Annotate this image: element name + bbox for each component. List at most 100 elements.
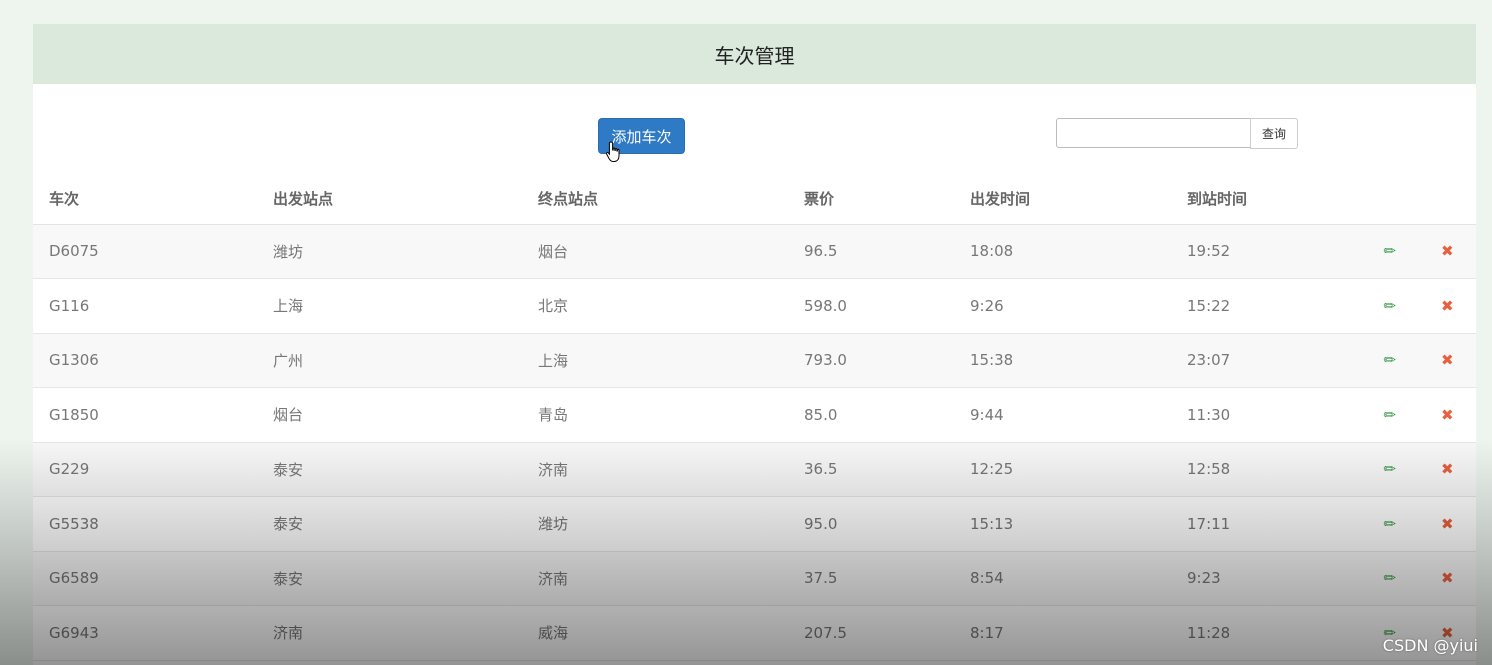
table-cell: D6075 <box>33 224 257 279</box>
delete-cell: ✖ <box>1418 442 1476 497</box>
close-icon[interactable]: ✖ <box>1441 460 1454 478</box>
table-cell: 烟台 <box>522 224 788 279</box>
pencil-icon[interactable]: ✏ <box>1383 351 1396 369</box>
table-cell: 598.0 <box>788 278 954 334</box>
table-cell: 207.5 <box>788 605 954 661</box>
delete-cell: ✖ <box>1418 551 1476 606</box>
edit-cell: ✏ <box>1361 387 1419 443</box>
table-cell: G1306 <box>33 333 257 388</box>
close-icon[interactable]: ✖ <box>1441 351 1454 369</box>
close-icon[interactable]: ✖ <box>1441 515 1454 533</box>
delete-cell: ✖ <box>1418 224 1476 279</box>
pencil-icon[interactable]: ✏ <box>1383 242 1396 260</box>
table-row: G5538 泰安 潍坊 95.0 15:13 17:11 ✏ ✖ <box>33 496 1476 552</box>
close-icon[interactable]: ✖ <box>1441 569 1454 587</box>
column-header[interactable]: 票价 <box>788 174 954 225</box>
table-row: G1850 烟台 青岛 85.0 9:44 11:30 ✏ ✖ <box>33 387 1476 443</box>
pencil-icon[interactable]: ✏ <box>1383 406 1396 424</box>
edit-cell: ✏ <box>1361 496 1419 552</box>
table-cell: 烟台 <box>257 387 522 443</box>
edit-cell: ✏ <box>1361 224 1419 279</box>
pencil-icon[interactable]: ✏ <box>1383 297 1396 315</box>
table-row: G6943 济南 威海 207.5 8:17 11:28 ✏ ✖ <box>33 605 1476 661</box>
table-cell: 15:22 <box>1171 278 1361 334</box>
table-cell: 15:38 <box>954 333 1171 388</box>
column-header[interactable]: 出发时间 <box>954 174 1171 225</box>
table-cell: 19:52 <box>1171 224 1361 279</box>
search-button[interactable]: 查询 <box>1250 118 1298 149</box>
train-management-panel: 车次管理 添加车次 查询 车次 出发站点 终点站点 票价 出发时间 到站时间 D… <box>33 24 1476 665</box>
table-cell: 15:13 <box>954 496 1171 552</box>
table-cell: 8:17 <box>954 605 1171 661</box>
table-cell: 95.0 <box>788 496 954 552</box>
table-cell: G5538 <box>33 496 257 552</box>
table-cell: 济南 <box>257 605 522 661</box>
table-cell: 潍坊 <box>257 224 522 279</box>
close-icon[interactable]: ✖ <box>1441 242 1454 260</box>
delete-cell: ✖ <box>1418 496 1476 552</box>
delete-cell: ✖ <box>1418 278 1476 334</box>
table-cell: 济南 <box>522 551 788 606</box>
table-cell: 泰安 <box>257 496 522 552</box>
edit-cell: ✏ <box>1361 442 1419 497</box>
page-title: 车次管理 <box>714 43 795 68</box>
table-cell: 威海 <box>522 605 788 661</box>
table-cell: 济南 <box>522 442 788 497</box>
edit-cell: ✏ <box>1361 333 1419 388</box>
table-cell: 23:07 <box>1171 333 1361 388</box>
table-cell: 37.5 <box>788 551 954 606</box>
column-header[interactable]: 到站时间 <box>1171 174 1361 225</box>
edit-cell: ✏ <box>1361 278 1419 334</box>
table-cell: 9:44 <box>954 387 1171 443</box>
table-cell: 85.0 <box>788 387 954 443</box>
table-cell: 36.5 <box>788 442 954 497</box>
watermark: CSDN @yiui <box>1382 636 1478 655</box>
table-cell: 9:23 <box>1171 551 1361 606</box>
table-row: G116 上海 北京 598.0 9:26 15:22 ✏ ✖ <box>33 278 1476 334</box>
table-cell: 12:58 <box>1171 442 1361 497</box>
column-header[interactable]: 终点站点 <box>522 174 788 225</box>
table-cell: G116 <box>33 278 257 334</box>
table-cell: 8:54 <box>954 551 1171 606</box>
table-cell: 96.5 <box>788 224 954 279</box>
table-cell: G6943 <box>33 605 257 661</box>
hand-cursor-icon <box>605 141 620 162</box>
panel-header: 车次管理 <box>33 24 1476 84</box>
column-header[interactable]: 车次 <box>33 174 257 225</box>
table-cell: 793.0 <box>788 333 954 388</box>
table-cell: 18:08 <box>954 224 1171 279</box>
table-cell: 12:25 <box>954 442 1171 497</box>
table-cell: 上海 <box>257 278 522 334</box>
table-cell: G229 <box>33 442 257 497</box>
pencil-icon[interactable]: ✏ <box>1383 569 1396 587</box>
table-cell: 11:30 <box>1171 387 1361 443</box>
close-icon[interactable]: ✖ <box>1441 297 1454 315</box>
pencil-icon[interactable]: ✏ <box>1383 515 1396 533</box>
table-cell: G6589 <box>33 551 257 606</box>
close-icon[interactable]: ✖ <box>1441 406 1454 424</box>
table-row: G6589 泰安 济南 37.5 8:54 9:23 ✏ ✖ <box>33 551 1476 606</box>
delete-column-header <box>1418 174 1476 225</box>
pencil-icon[interactable]: ✏ <box>1383 460 1396 478</box>
table-row: G229 泰安 济南 36.5 12:25 12:58 ✏ ✖ <box>33 442 1476 497</box>
table-body: D6075 潍坊 烟台 96.5 18:08 19:52 ✏ ✖ G116 上海 北京 598.0 9:… <box>33 224 1476 661</box>
table-cell: 北京 <box>522 278 788 334</box>
table-cell: 广州 <box>257 333 522 388</box>
table-cell: G1850 <box>33 387 257 443</box>
search-input[interactable] <box>1056 118 1251 148</box>
edit-cell: ✏ <box>1361 551 1419 606</box>
table-row: G1306 广州 上海 793.0 15:38 23:07 ✏ ✖ <box>33 333 1476 388</box>
train-table: 车次 出发站点 终点站点 票价 出发时间 到站时间 D6075 潍坊 烟台 96.5 1… <box>33 174 1476 661</box>
table-cell: 11:28 <box>1171 605 1361 661</box>
table-cell: 潍坊 <box>522 496 788 552</box>
table-cell: 青岛 <box>522 387 788 443</box>
edit-column-header <box>1361 174 1419 225</box>
table-cell: 泰安 <box>257 442 522 497</box>
delete-cell: ✖ <box>1418 387 1476 443</box>
table-header-row: 车次 出发站点 终点站点 票价 出发时间 到站时间 <box>33 174 1476 225</box>
table-cell: 9:26 <box>954 278 1171 334</box>
toolbar: 添加车次 查询 <box>33 84 1476 174</box>
delete-cell: ✖ <box>1418 333 1476 388</box>
table-row: D6075 潍坊 烟台 96.5 18:08 19:52 ✏ ✖ <box>33 224 1476 279</box>
column-header[interactable]: 出发站点 <box>257 174 522 225</box>
